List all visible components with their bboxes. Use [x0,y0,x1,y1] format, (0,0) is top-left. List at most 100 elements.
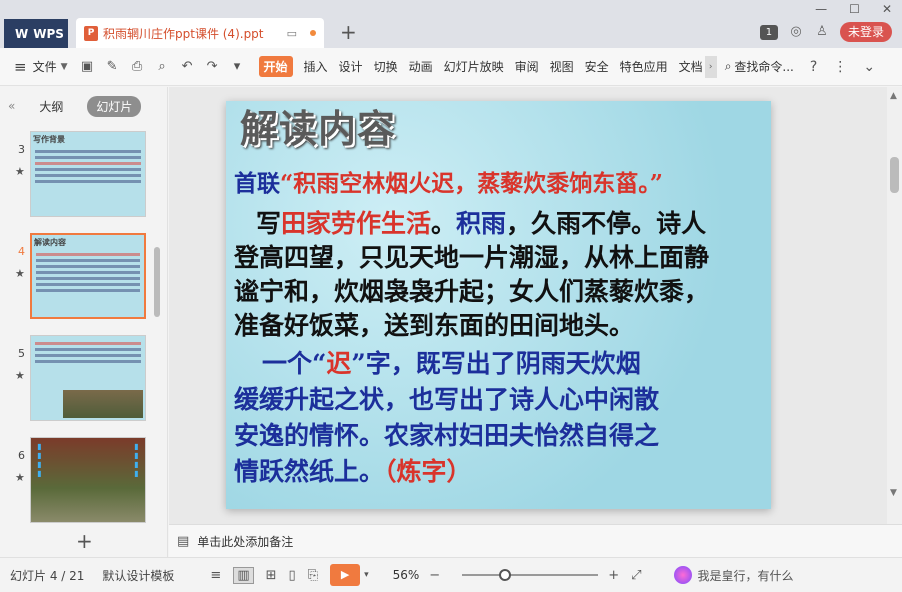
chevron-down-icon[interactable]: ▼ [61,62,68,72]
reading-view-icon[interactable]: ▯ [289,568,296,583]
undo-icon[interactable]: ↶ [178,57,197,76]
slide-para2-line-2[interactable]: 缓缓升起之状，也写出了诗人心中闲散 [234,383,659,417]
preview-text-line [35,180,141,183]
menu-features[interactable]: 特色应用 [620,58,668,75]
menu-icon[interactable]: ≡ [14,58,27,76]
slide-line-1[interactable]: 首联“积雨空林烟火迟，蒸藜炊黍饷东菑。” [234,167,663,201]
notes-toggle-icon[interactable]: ≡ [210,568,221,583]
slide-para1-line-1[interactable]: 写田家劳作生活。积雨，久雨不停。诗人 [256,207,706,241]
ai-assistant-text[interactable]: 我是皇行，有什么 [698,567,794,584]
slide-thumbnail-4[interactable]: 4 ★ 解读内容 [0,233,160,325]
slide-sorter-icon[interactable]: ⊞ [266,568,277,583]
command-search[interactable]: ⌕ 查找命令... [725,58,794,75]
scroll-up-icon[interactable]: ▲ [890,91,897,101]
slide-thumbnail-5[interactable]: 5 ★ [0,335,160,427]
close-icon[interactable]: ✕ [882,2,892,16]
login-button[interactable]: 未登录 [839,22,892,42]
menu-review[interactable]: 审阅 [515,58,539,75]
preview-text-line [35,150,141,153]
text-run: 情跃然纸上。 [234,457,385,486]
print-preview-icon[interactable]: ⌕ [153,57,172,76]
menu-design[interactable]: 设计 [339,58,363,75]
minimize-icon[interactable]: — [815,2,827,16]
menu-transition[interactable]: 切换 [374,58,398,75]
slide-title[interactable]: 解读内容 [240,101,396,153]
scroll-down-icon[interactable]: ▼ [890,488,897,498]
zoom-out-icon[interactable]: − [429,568,440,583]
preview-text-line [35,348,141,351]
menu-home[interactable]: 开始 [258,56,293,77]
preview-text-line [36,259,140,262]
zoom-in-icon[interactable]: + [608,568,619,583]
sync-icon[interactable]: ◎ [788,24,804,40]
slide-para1-line-2[interactable]: 登高四望，只见天地一片潮湿，从林上面静 [234,241,709,275]
more-icon[interactable]: ⋮ [833,59,847,75]
slide-editing-canvas: 解读内容 首联“积雨空林烟火迟，蒸藜炊黍饷东菑。” 写田家劳作生活。积雨，久雨不… [169,87,887,524]
menu-document[interactable]: 文档 [679,58,703,75]
add-slide-button[interactable]: + [76,529,93,553]
notes-area[interactable]: ▤ 单击此处添加备注 [169,524,902,557]
zoom-knob[interactable] [499,569,512,581]
fit-window-icon[interactable]: ⤢ [631,568,641,583]
normal-view-icon[interactable]: ▥ [233,566,254,584]
wps-home-tab[interactable]: W WPS [4,19,68,48]
play-slideshow-button[interactable]: ▶ [330,564,361,586]
help-icon[interactable]: ? [810,59,817,75]
slide-thumbnail-3[interactable]: 3 ★ 写作背景 [0,131,160,223]
line1-quote: “积雨空林烟火迟，蒸藜炊黍饷东菑。” [280,170,663,197]
document-tab-label: 积雨辋川庄作ppt课件 (4).ppt [103,26,264,41]
wps-presentation-window: W WPS P 积雨辋川庄作ppt课件 (4).ppt ▭ + — ☐ ✕ 1 … [0,0,902,592]
menu-security[interactable]: 安全 [585,58,609,75]
redo-icon[interactable]: ↷ [203,57,222,76]
animation-star-icon: ★ [15,165,25,178]
tab-outline[interactable]: 大纲 [31,96,71,117]
play-options-icon[interactable]: ▾ [364,570,369,580]
preview-text-line [35,168,141,171]
animation-star-icon: ★ [15,369,25,382]
document-tab[interactable]: P 积雨辋川庄作ppt课件 (4).ppt ▭ [76,18,324,48]
format-painter-icon[interactable]: ✎ [103,57,122,76]
new-tab-button[interactable]: + [340,22,357,42]
slide-para2-line-4[interactable]: 情跃然纸上。（炼字） [234,455,472,489]
slide-preview: ▮▮▮▮ ▮▮▮▮ [30,437,146,523]
print-icon[interactable]: ⎙ [128,57,147,76]
preview-text-line [36,271,140,274]
slide-para2-line-3[interactable]: 安逸的情怀。农家村妇田夫怡然自得之 [234,419,659,453]
scrollbar-thumb[interactable] [890,157,899,193]
ribbon-scroll-right-icon[interactable]: › [704,55,717,78]
maximize-icon[interactable]: ☐ [849,2,860,16]
preview-vertical-text: ▮▮▮▮ [132,442,141,478]
ai-assistant-icon[interactable] [673,566,692,584]
slide-thumbnail-6[interactable]: 6 ★ ▮▮▮▮ ▮▮▮▮ [0,437,160,529]
design-template[interactable]: 默认设计模板 [102,567,174,584]
notes-icon: ▤ [177,533,190,549]
skin-icon[interactable]: ♙ [814,24,830,40]
slide-preview: 解读内容 [30,233,146,319]
menu-insert[interactable]: 插入 [304,58,328,75]
canvas-scrollbar[interactable]: ▲ ▼ [887,87,902,524]
slide-para2-line-1[interactable]: 一个“迟”字，既写出了阴雨天炊烟 [262,347,641,381]
slide-para1-line-3[interactable]: 谧宁和，炊烟袅袅升起；女人们蒸藜炊黍， [234,275,709,309]
zoom-track [462,574,599,576]
wps-logo-icon: W [15,26,29,41]
collapse-ribbon-icon[interactable]: ⌄ [863,59,875,75]
slide-preview [30,335,146,421]
slide-para1-line-4[interactable]: 准备好饭菜，送到东面的田间地头。 [234,309,634,343]
slide-preview: 写作背景 [30,131,146,217]
slide-list-scrollbar[interactable] [154,247,160,317]
qa-dropdown-icon[interactable]: ▾ [228,57,247,76]
zoom-level[interactable]: 56% [393,568,420,582]
window-count-badge[interactable]: 1 [759,24,778,40]
tab-slides[interactable]: 幻灯片 [87,95,142,117]
menu-animation[interactable]: 动画 [409,58,433,75]
zoom-slider[interactable] [462,569,599,581]
monitor-icon[interactable]: ▭ [287,27,297,40]
save-icon[interactable]: ▣ [78,57,97,76]
current-slide[interactable]: 解读内容 首联“积雨空林烟火迟，蒸藜炊黍饷东菑。” 写田家劳作生活。积雨，久雨不… [226,101,771,509]
title-bar: W WPS P 积雨辋川庄作ppt课件 (4).ppt ▭ + — ☐ ✕ 1 … [0,0,902,48]
camera-icon[interactable]: ⎘ [308,568,318,583]
menu-slideshow[interactable]: 幻灯片放映 [444,58,504,75]
menu-view[interactable]: 视图 [550,58,574,75]
file-menu[interactable]: 文件 [33,58,57,75]
collapse-panel-icon[interactable]: « [8,99,15,113]
